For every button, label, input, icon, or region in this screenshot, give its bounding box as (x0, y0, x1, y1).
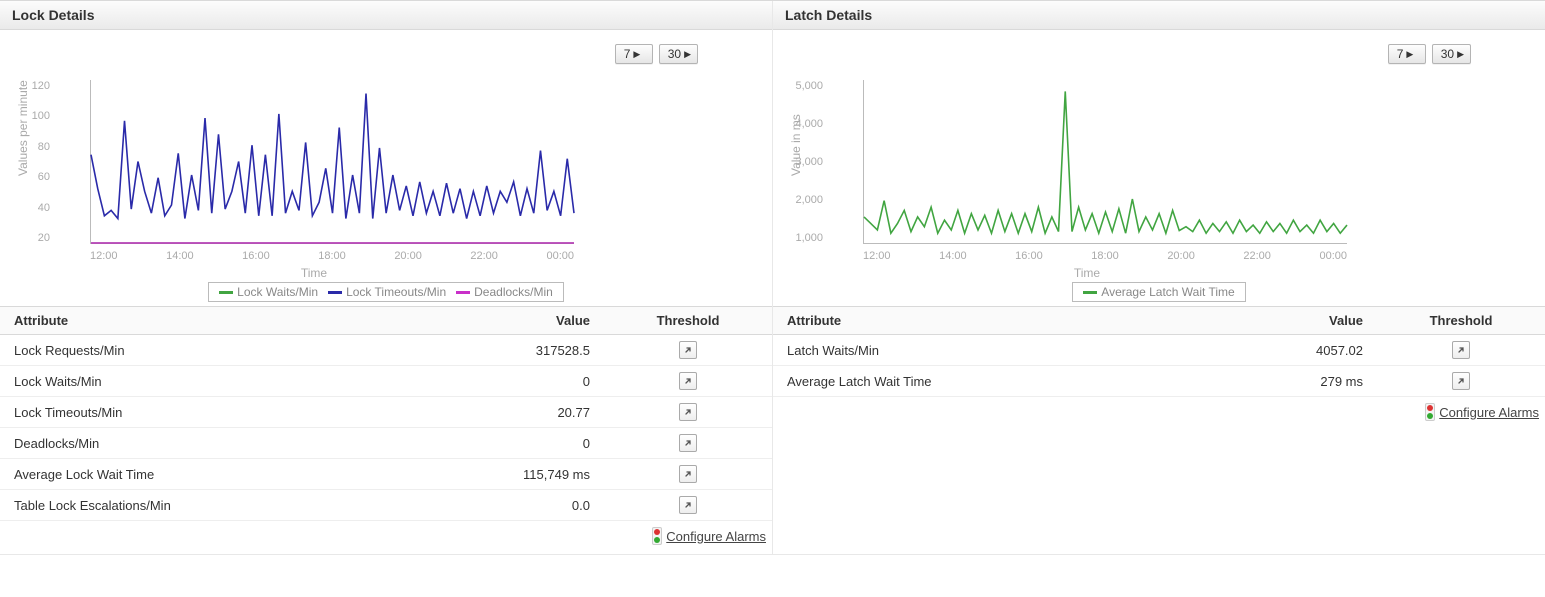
legend-entry: Lock Timeouts/Min (346, 285, 446, 299)
configure-alarms-label: Configure Alarms (1439, 405, 1539, 420)
lock-legend: Lock Waits/Min Lock Timeouts/Min Deadloc… (208, 282, 564, 302)
value-cell: 115,749 ms (426, 459, 604, 490)
configure-alarms-label: Configure Alarms (666, 529, 766, 544)
lock-details-panel: Lock Details 7 ▶ 30 ▶ Values per minute … (0, 1, 773, 554)
latch-chart: Value in ms 5,0004,0003,0002,0001,000 12… (827, 76, 1347, 276)
attr-cell: Latch Waits/Min (773, 335, 1199, 366)
latch-configure-alarms-link[interactable]: Configure Alarms (1425, 403, 1539, 421)
range-label: 30 (1441, 47, 1454, 61)
table-row: Table Lock Escalations/Min0.0 (0, 490, 772, 521)
legend-entry: Lock Waits/Min (237, 285, 318, 299)
table-row: Lock Requests/Min317528.5 (0, 335, 772, 366)
play-icon: ▶ (1406, 50, 1413, 59)
threshold-link-icon[interactable] (1452, 341, 1470, 359)
threshold-link-icon[interactable] (679, 372, 697, 390)
attr-cell: Lock Requests/Min (0, 335, 426, 366)
attr-cell: Lock Waits/Min (0, 366, 426, 397)
threshold-cell (604, 490, 772, 521)
traffic-light-icon (1425, 403, 1435, 421)
latch-x-axis-label: Time (827, 266, 1347, 280)
lock-table-body: Lock Requests/Min317528.5Lock Waits/Min0… (0, 335, 772, 521)
lock-range-30-button[interactable]: 30 ▶ (659, 44, 698, 64)
threshold-cell (604, 459, 772, 490)
legend-entry: Average Latch Wait Time (1101, 285, 1234, 299)
col-attribute: Attribute (0, 307, 426, 335)
attr-cell: Average Latch Wait Time (773, 366, 1199, 397)
lock-configure-alarms-link[interactable]: Configure Alarms (652, 527, 766, 545)
attr-cell: Table Lock Escalations/Min (0, 490, 426, 521)
value-cell: 4057.02 (1199, 335, 1377, 366)
lock-range-7-button[interactable]: 7 ▶ (615, 44, 653, 64)
lock-plot (90, 80, 574, 244)
col-threshold: Threshold (1377, 307, 1545, 335)
attr-cell: Average Lock Wait Time (0, 459, 426, 490)
value-cell: 0.0 (426, 490, 604, 521)
latch-range-7-button[interactable]: 7 ▶ (1388, 44, 1426, 64)
value-cell: 317528.5 (426, 335, 604, 366)
latch-configure-row: Configure Alarms (773, 397, 1545, 431)
table-row: Deadlocks/Min0 (0, 428, 772, 459)
value-cell: 279 ms (1199, 366, 1377, 397)
attr-cell: Lock Timeouts/Min (0, 397, 426, 428)
threshold-cell (604, 366, 772, 397)
lock-panel-title: Lock Details (0, 1, 772, 30)
table-row: Lock Waits/Min0 (0, 366, 772, 397)
range-label: 7 (624, 47, 631, 61)
threshold-link-icon[interactable] (679, 403, 697, 421)
latch-plot (863, 80, 1347, 244)
latch-range-30-button[interactable]: 30 ▶ (1432, 44, 1471, 64)
table-row: Latch Waits/Min4057.02 (773, 335, 1545, 366)
range-label: 30 (668, 47, 681, 61)
lock-x-axis-label: Time (54, 266, 574, 280)
threshold-link-icon[interactable] (679, 465, 697, 483)
attr-cell: Deadlocks/Min (0, 428, 426, 459)
threshold-cell (604, 397, 772, 428)
col-attribute: Attribute (773, 307, 1199, 335)
value-cell: 0 (426, 366, 604, 397)
threshold-cell (1377, 335, 1545, 366)
latch-details-panel: Latch Details 7 ▶ 30 ▶ Value in ms 5,000… (773, 1, 1545, 554)
table-row: Average Lock Wait Time115,749 ms (0, 459, 772, 490)
latch-x-ticks: 12:0014:0016:0018:0020:0022:0000:00 (863, 250, 1347, 262)
threshold-link-icon[interactable] (679, 496, 697, 514)
range-label: 7 (1397, 47, 1404, 61)
col-value: Value (1199, 307, 1377, 335)
play-icon: ▶ (633, 50, 640, 59)
latch-table: Attribute Value Threshold Latch Waits/Mi… (773, 306, 1545, 430)
threshold-link-icon[interactable] (679, 341, 697, 359)
latch-y-ticks: 5,0004,0003,0002,0001,000 (793, 80, 823, 244)
threshold-cell (604, 428, 772, 459)
value-cell: 20.77 (426, 397, 604, 428)
col-value: Value (426, 307, 604, 335)
threshold-cell (604, 335, 772, 366)
threshold-link-icon[interactable] (679, 434, 697, 452)
lock-x-ticks: 12:0014:0016:0018:0020:0022:0000:00 (90, 250, 574, 262)
value-cell: 0 (426, 428, 604, 459)
table-row: Lock Timeouts/Min20.77 (0, 397, 772, 428)
traffic-light-icon (652, 527, 662, 545)
lock-table: Attribute Value Threshold Lock Requests/… (0, 306, 772, 554)
play-icon: ▶ (684, 50, 691, 59)
latch-legend: Average Latch Wait Time (1072, 282, 1245, 302)
threshold-link-icon[interactable] (1452, 372, 1470, 390)
table-row: Average Latch Wait Time279 ms (773, 366, 1545, 397)
lock-configure-row: Configure Alarms (0, 521, 772, 555)
threshold-cell (1377, 366, 1545, 397)
col-threshold: Threshold (604, 307, 772, 335)
latch-table-body: Latch Waits/Min4057.02Average Latch Wait… (773, 335, 1545, 397)
play-icon: ▶ (1457, 50, 1464, 59)
latch-chart-area: 7 ▶ 30 ▶ Value in ms 5,0004,0003,0002,00… (773, 30, 1545, 306)
lock-chart-area: 7 ▶ 30 ▶ Values per minute 1201008060402… (0, 30, 772, 306)
legend-entry: Deadlocks/Min (474, 285, 553, 299)
latch-panel-title: Latch Details (773, 1, 1545, 30)
lock-chart: Values per minute 12010080604020 12:0014… (54, 76, 574, 276)
lock-y-ticks: 12010080604020 (20, 80, 50, 244)
